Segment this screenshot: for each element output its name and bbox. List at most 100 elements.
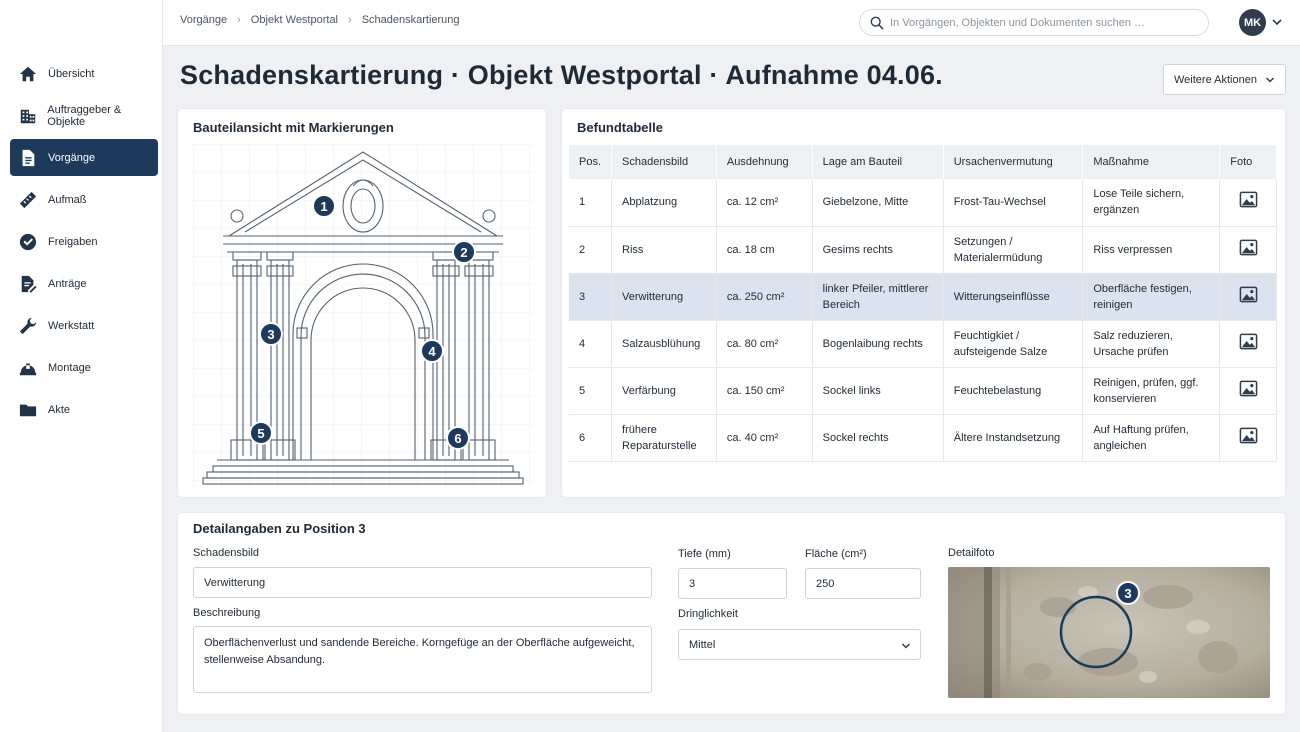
- column-header[interactable]: Ausdehnung: [716, 145, 813, 179]
- cell-ursache: Feuchtebelastung: [943, 367, 1084, 415]
- cell-foto[interactable]: [1219, 367, 1277, 415]
- flaeche-field[interactable]: 250: [805, 568, 921, 599]
- cell-ausdehnung: ca. 250 cm²: [716, 273, 813, 321]
- cell-lage: Giebelzone, Mitte: [812, 179, 944, 227]
- column-header[interactable]: Pos.: [569, 145, 613, 179]
- cell-massnahme: Oberfläche festigen, reinigen: [1082, 273, 1221, 321]
- hardhat-icon: [18, 358, 38, 378]
- flaeche-label: Fläche (cm²): [805, 548, 867, 560]
- schadensbild-label: Schadensbild: [193, 547, 260, 559]
- cell-foto[interactable]: [1219, 179, 1277, 227]
- cell-foto[interactable]: [1219, 226, 1277, 274]
- sidebar-item-vorgaenge[interactable]: Vorgänge: [10, 139, 158, 176]
- damage-marker-5[interactable]: 5: [249, 421, 273, 445]
- folder-icon: [18, 400, 38, 420]
- image-icon[interactable]: [1239, 426, 1258, 445]
- table-header-row: Pos. Schadensbild Ausdehnung Lage am Bau…: [569, 145, 1277, 179]
- cell-foto[interactable]: [1219, 414, 1277, 462]
- column-header[interactable]: Maßnahme: [1082, 145, 1221, 179]
- search-input[interactable]: [890, 16, 1200, 29]
- image-icon[interactable]: [1239, 238, 1258, 257]
- table-row[interactable]: 4 Salzausblühung ca. 80 cm² Bogenlaibung…: [569, 320, 1277, 368]
- wrench-icon: [18, 316, 38, 336]
- cell-pos: 1: [569, 179, 613, 227]
- sidebar-item-uebersicht[interactable]: Übersicht: [10, 55, 158, 92]
- sidebar-item-label: Werkstatt: [48, 319, 95, 332]
- image-icon[interactable]: [1239, 332, 1258, 351]
- damage-marker-2[interactable]: 2: [452, 240, 476, 264]
- dringlichkeit-value: Mittel: [689, 638, 716, 651]
- cell-ausdehnung: ca. 12 cm²: [716, 179, 813, 227]
- damage-marker-4[interactable]: 4: [420, 339, 444, 363]
- sidebar-item-label: Montage: [48, 361, 91, 374]
- cell-lage: Sockel links: [812, 367, 944, 415]
- cell-ausdehnung: ca. 150 cm²: [716, 367, 813, 415]
- sidebar-item-aufmass[interactable]: Aufmaß: [10, 181, 158, 218]
- chevron-down-icon: [1265, 77, 1275, 83]
- breadcrumb-item-objekt[interactable]: Objekt Westportal: [251, 14, 338, 26]
- portal-drawing: 1 2 3 4 5 6: [193, 144, 533, 488]
- detailfoto-label: Detailfoto: [948, 547, 995, 559]
- column-header[interactable]: Schadensbild: [611, 145, 717, 179]
- cell-massnahme: Lose Teile sichern, ergänzen: [1082, 179, 1221, 227]
- cell-ursache: Witterungseinflüsse: [943, 273, 1084, 321]
- table-row-selected[interactable]: 3 Verwitterung ca. 250 cm² linker Pfeile…: [569, 273, 1277, 321]
- check-circle-icon: [18, 232, 38, 252]
- cell-pos: 6: [569, 414, 613, 462]
- sidebar-item-label: Auftraggeber & Objekte: [47, 103, 122, 128]
- home-icon: [18, 64, 38, 84]
- document-icon: [18, 148, 38, 168]
- cell-lage: Bogenlaibung rechts: [812, 320, 944, 368]
- damage-marker-6[interactable]: 6: [446, 426, 470, 450]
- svg-text:6: 6: [454, 431, 461, 446]
- column-header[interactable]: Foto: [1219, 145, 1277, 179]
- image-icon[interactable]: [1239, 379, 1258, 398]
- cell-foto[interactable]: [1219, 320, 1277, 368]
- column-header[interactable]: Lage am Bauteil: [812, 145, 944, 179]
- sidebar-item-freigaben[interactable]: Freigaben: [10, 223, 158, 260]
- sidebar-item-auftraggeber[interactable]: Auftraggeber & Objekte: [10, 97, 158, 134]
- search-box[interactable]: [859, 9, 1209, 36]
- cell-ausdehnung: ca. 40 cm²: [716, 414, 813, 462]
- beschreibung-label: Beschreibung: [193, 607, 261, 619]
- sidebar-item-antraege[interactable]: Anträge: [10, 265, 158, 302]
- cell-massnahme: Auf Haftung prüfen, angleichen: [1082, 414, 1221, 462]
- schadensbild-field[interactable]: Verwitterung: [193, 567, 652, 598]
- sidebar-item-label: Anträge: [48, 277, 87, 290]
- damage-marker-1[interactable]: 1: [312, 194, 336, 218]
- dringlichkeit-select[interactable]: Mittel: [678, 629, 921, 660]
- ruler-icon: [18, 190, 38, 210]
- cell-foto[interactable]: [1219, 273, 1277, 321]
- sidebar-item-montage[interactable]: Montage: [10, 349, 158, 386]
- table-row[interactable]: 1 Abplatzung ca. 12 cm² Giebelzone, Mitt…: [569, 179, 1277, 227]
- chevron-right-icon: ›: [237, 14, 241, 26]
- cell-massnahme: Salz reduzieren, Ursache prüfen: [1082, 320, 1221, 368]
- sidebar-item-akte[interactable]: Akte: [10, 391, 158, 428]
- beschreibung-textarea[interactable]: Oberflächenverlust und sandende Bereiche…: [193, 626, 652, 693]
- breadcrumb-item-vorgaenge[interactable]: Vorgänge: [180, 14, 227, 26]
- cell-lage: Sockel rechts: [812, 414, 944, 462]
- more-actions-button[interactable]: Weitere Aktionen: [1163, 64, 1286, 95]
- table-row[interactable]: 2 Riss ca. 18 cm Gesims rechts Setzungen…: [569, 226, 1277, 274]
- sidebar-item-label: Akte: [48, 403, 71, 416]
- photo-marker-label: 3: [1124, 586, 1131, 601]
- avatar[interactable]: MK: [1239, 9, 1266, 36]
- cell-pos: 4: [569, 320, 613, 368]
- search-icon: [870, 16, 884, 30]
- sidebar: Übersicht Auftraggeber & Objekte Vorgäng…: [0, 0, 163, 732]
- cell-ursache: Frost-Tau-Wechsel: [943, 179, 1084, 227]
- column-header[interactable]: Ursachenvermutung: [943, 145, 1084, 179]
- image-icon[interactable]: [1239, 285, 1258, 304]
- cell-lage: linker Pfeiler, mittlerer Bereich: [812, 273, 944, 321]
- chevron-down-icon[interactable]: [1271, 16, 1283, 28]
- sidebar-item-werkstatt[interactable]: Werkstatt: [10, 307, 158, 344]
- detail-photo[interactable]: 3: [948, 567, 1270, 698]
- tiefe-field[interactable]: 3: [678, 568, 787, 599]
- svg-text:4: 4: [428, 344, 436, 359]
- findings-table: Pos. Schadensbild Ausdehnung Lage am Bau…: [569, 145, 1277, 462]
- table-row[interactable]: 5 Verfärbung ca. 150 cm² Sockel links Fe…: [569, 367, 1277, 415]
- table-row[interactable]: 6 frühere Reparaturstelle ca. 40 cm² Soc…: [569, 414, 1277, 462]
- findings-card-title: Befundtabelle: [577, 120, 663, 135]
- damage-marker-3[interactable]: 3: [259, 322, 283, 346]
- image-icon[interactable]: [1239, 190, 1258, 209]
